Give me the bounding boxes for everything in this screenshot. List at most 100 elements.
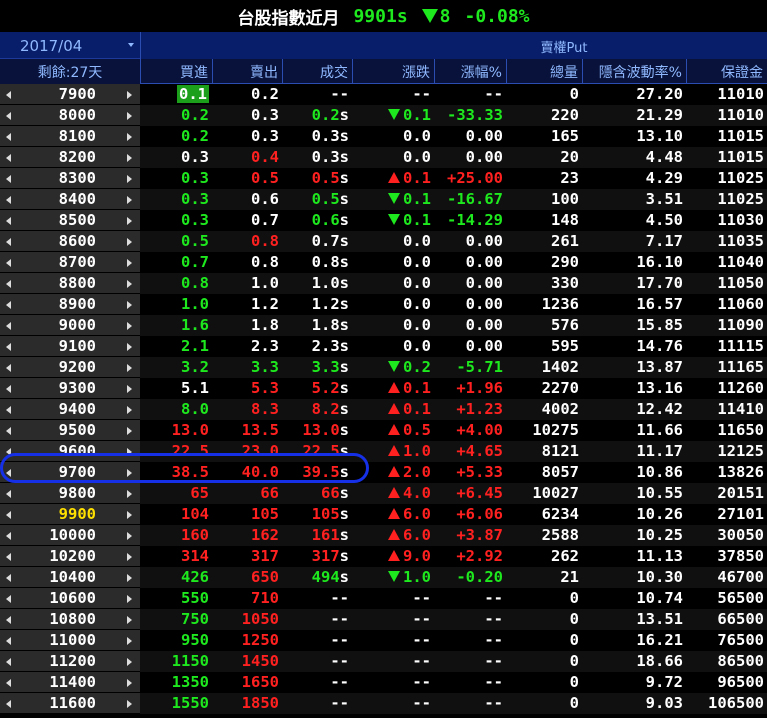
right-arrow-icon[interactable] [127, 469, 132, 477]
column-header-implied-vol[interactable]: 隱含波動率% [582, 59, 686, 84]
strike-cell[interactable]: 11000 [0, 630, 140, 651]
right-arrow-icon[interactable] [127, 532, 132, 540]
table-row[interactable]: 8700 0.7 0.8 0.8s 0.0 0.00 290 16.10 11040 [0, 252, 767, 273]
bid-cell[interactable]: 1350 [140, 673, 212, 691]
trade-cell[interactable]: -- [282, 589, 352, 607]
left-arrow-icon[interactable] [6, 322, 11, 330]
right-arrow-icon[interactable] [127, 280, 132, 288]
table-row[interactable]: 10600 550 710 -- -- -- 0 10.74 56500 [0, 588, 767, 609]
ask-cell[interactable]: 1850 [212, 694, 282, 712]
right-arrow-icon[interactable] [127, 427, 132, 435]
bid-cell[interactable]: 0.3 [140, 190, 212, 208]
left-arrow-icon[interactable] [6, 616, 11, 624]
trade-cell[interactable]: -- [282, 631, 352, 649]
bid-cell[interactable]: 5.1 [140, 379, 212, 397]
table-row[interactable]: 9800 65 66 66s 4.0 +6.45 10027 10.55 20151 [0, 483, 767, 504]
strike-cell[interactable]: 10600 [0, 588, 140, 609]
right-arrow-icon[interactable] [127, 301, 132, 309]
left-arrow-icon[interactable] [6, 553, 11, 561]
left-arrow-icon[interactable] [6, 238, 11, 246]
trade-cell[interactable]: 0.3s [282, 127, 352, 145]
bid-cell[interactable]: 550 [140, 589, 212, 607]
right-arrow-icon[interactable] [127, 511, 132, 519]
ask-cell[interactable]: 2.3 [212, 337, 282, 355]
strike-cell[interactable]: 11600 [0, 693, 140, 714]
trade-cell[interactable]: 2.3s [282, 337, 352, 355]
left-arrow-icon[interactable] [6, 532, 11, 540]
trade-cell[interactable]: 22.5s [282, 442, 352, 460]
ask-cell[interactable]: 0.6 [212, 190, 282, 208]
trade-cell[interactable]: 0.5s [282, 169, 352, 187]
strike-cell[interactable]: 9000 [0, 315, 140, 336]
table-row[interactable]: 8800 0.8 1.0 1.0s 0.0 0.00 330 17.70 11050 [0, 273, 767, 294]
bid-cell[interactable]: 3.2 [140, 358, 212, 376]
left-arrow-icon[interactable] [6, 658, 11, 666]
bid-cell[interactable]: 8.0 [140, 400, 212, 418]
table-row[interactable]: 10400 426 650 494s 1.0 -0.20 21 10.30 46700 [0, 567, 767, 588]
table-row[interactable]: 8900 1.0 1.2 1.2s 0.0 0.00 1236 16.57 11060 [0, 294, 767, 315]
ask-cell[interactable]: 40.0 [212, 463, 282, 481]
bid-cell[interactable]: 2.1 [140, 337, 212, 355]
right-arrow-icon[interactable] [127, 196, 132, 204]
left-arrow-icon[interactable] [6, 574, 11, 582]
ask-cell[interactable]: 1650 [212, 673, 282, 691]
strike-cell[interactable]: 9200 [0, 357, 140, 378]
bid-cell[interactable]: 0.2 [140, 106, 212, 124]
bid-cell[interactable]: 104 [140, 505, 212, 523]
right-arrow-icon[interactable] [127, 343, 132, 351]
bid-cell[interactable]: 1.6 [140, 316, 212, 334]
trade-cell[interactable]: -- [282, 610, 352, 628]
table-row[interactable]: 9900 104 105 105s 6.0 +6.06 6234 10.26 27101 [0, 504, 767, 525]
right-arrow-icon[interactable] [127, 364, 132, 372]
ask-cell[interactable]: 1050 [212, 610, 282, 628]
strike-cell[interactable]: 10800 [0, 609, 140, 630]
left-arrow-icon[interactable] [6, 637, 11, 645]
trade-cell[interactable]: -- [282, 85, 352, 103]
ask-cell[interactable]: 66 [212, 484, 282, 502]
trade-cell[interactable]: -- [282, 694, 352, 712]
trade-cell[interactable]: -- [282, 673, 352, 691]
right-arrow-icon[interactable] [127, 133, 132, 141]
right-arrow-icon[interactable] [127, 448, 132, 456]
bid-cell[interactable]: 0.7 [140, 253, 212, 271]
table-row[interactable]: 11000 950 1250 -- -- -- 0 16.21 76500 [0, 630, 767, 651]
bid-cell[interactable]: 750 [140, 610, 212, 628]
left-arrow-icon[interactable] [6, 595, 11, 603]
trade-cell[interactable]: 0.7s [282, 232, 352, 250]
ask-cell[interactable]: 5.3 [212, 379, 282, 397]
table-row[interactable]: 9200 3.2 3.3 3.3s 0.2 -5.71 1402 13.87 11165 [0, 357, 767, 378]
trade-cell[interactable]: 8.2s [282, 400, 352, 418]
bid-cell[interactable]: 38.5 [140, 463, 212, 481]
bid-cell[interactable]: 950 [140, 631, 212, 649]
ask-cell[interactable]: 1.2 [212, 295, 282, 313]
bid-cell[interactable]: 0.8 [140, 274, 212, 292]
right-arrow-icon[interactable] [127, 616, 132, 624]
right-arrow-icon[interactable] [127, 700, 132, 708]
right-arrow-icon[interactable] [127, 658, 132, 666]
left-arrow-icon[interactable] [6, 133, 11, 141]
ask-cell[interactable]: 0.3 [212, 106, 282, 124]
strike-cell[interactable]: 9400 [0, 399, 140, 420]
bid-cell[interactable]: 0.2 [140, 127, 212, 145]
trade-cell[interactable]: 0.5s [282, 190, 352, 208]
strike-cell[interactable]: 8000 [0, 105, 140, 126]
trade-cell[interactable]: 105s [282, 505, 352, 523]
bid-cell[interactable]: 0.3 [140, 211, 212, 229]
left-arrow-icon[interactable] [6, 91, 11, 99]
strike-cell[interactable]: 8500 [0, 210, 140, 231]
trade-cell[interactable]: 494s [282, 568, 352, 586]
left-arrow-icon[interactable] [6, 280, 11, 288]
bid-cell[interactable]: 1150 [140, 652, 212, 670]
bid-cell[interactable]: 426 [140, 568, 212, 586]
ask-cell[interactable]: 1250 [212, 631, 282, 649]
table-row[interactable]: 8000 0.2 0.3 0.2s 0.1 -33.33 220 21.29 11010 [0, 105, 767, 126]
right-arrow-icon[interactable] [127, 490, 132, 498]
strike-cell[interactable]: 8200 [0, 147, 140, 168]
right-arrow-icon[interactable] [127, 679, 132, 687]
strike-cell[interactable]: 9800 [0, 483, 140, 504]
table-row[interactable]: 8100 0.2 0.3 0.3s 0.0 0.00 165 13.10 11015 [0, 126, 767, 147]
left-arrow-icon[interactable] [6, 364, 11, 372]
strike-cell[interactable]: 7900 [0, 84, 140, 105]
ask-cell[interactable]: 317 [212, 547, 282, 565]
trade-cell[interactable]: 66s [282, 484, 352, 502]
